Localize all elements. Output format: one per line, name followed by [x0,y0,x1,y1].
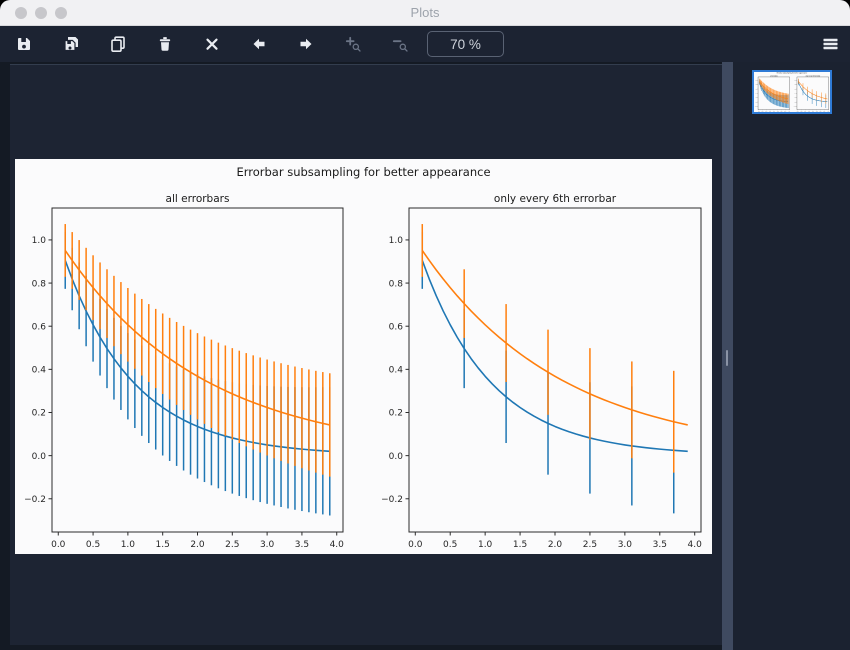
zoom-in-icon [345,36,361,52]
svg-text:0.5: 0.5 [86,540,100,550]
svg-text:0.2: 0.2 [389,409,403,419]
next-plot-button[interactable] [290,30,322,58]
arrow-left-icon [253,38,265,50]
svg-text:−0.2: −0.2 [794,106,797,108]
svg-text:0.5: 0.5 [443,540,457,550]
svg-text:3.5: 3.5 [653,540,667,550]
close-all-plots-button[interactable] [196,30,228,58]
thumbnails-sidebar: Errorbar subsampling for better appearan… [733,62,850,650]
svg-text:0.4: 0.4 [32,366,47,376]
svg-text:1.0: 1.0 [389,236,404,246]
zoom-out-button[interactable] [384,30,416,58]
zoom-level-value: 70 % [450,36,481,52]
save-icon [18,38,30,50]
svg-text:0.8: 0.8 [389,279,404,289]
svg-text:4.0: 4.0 [330,540,345,550]
svg-text:2.5: 2.5 [816,110,818,112]
svg-text:0.8: 0.8 [756,84,758,86]
svg-text:0.0: 0.0 [756,101,758,103]
window-title: Plots [410,5,440,20]
svg-text:1.0: 1.0 [32,236,47,246]
zoom-level-box[interactable]: 70 % [427,31,504,57]
zoom-out-icon [392,40,408,52]
svg-text:0.6: 0.6 [32,322,47,332]
remove-plot-button[interactable] [149,30,181,58]
save-plot-button[interactable] [8,30,40,58]
previous-plot-button[interactable] [243,30,275,58]
subplot-0: all errorbars 0.0 0.5 1.0 1.5 2.0 2.5 3.0 3.5 4.0… [24,193,344,550]
svg-text:1.5: 1.5 [156,540,170,550]
svg-text:3.5: 3.5 [295,540,309,550]
svg-text:2.0: 2.0 [773,110,775,112]
copy-icon [111,36,125,52]
svg-text:3.0: 3.0 [781,110,783,112]
svg-text:only every 6th errorbar: only every 6th errorbar [494,193,617,205]
plot-viewer-panel: Errorbar subsampling for better appearan… [10,64,722,645]
save-all-icon [64,37,78,52]
svg-text:0.6: 0.6 [756,88,758,90]
content-area: Errorbar subsampling for better appearan… [0,62,850,650]
svg-text:2.0: 2.0 [812,110,814,112]
svg-text:2.5: 2.5 [777,110,779,112]
svg-text:2.0: 2.0 [190,540,205,550]
arrow-right-icon [300,38,312,50]
svg-text:0.8: 0.8 [32,279,47,289]
svg-text:1.5: 1.5 [513,540,527,550]
svg-text:2.5: 2.5 [583,540,597,550]
svg-text:0.0: 0.0 [32,452,47,462]
options-menu-button[interactable] [814,30,846,58]
svg-text:−0.2: −0.2 [381,495,403,505]
svg-text:all errorbars: all errorbars [166,193,230,205]
svg-text:3.0: 3.0 [618,540,633,550]
subplot-0: all errorbars0.0 0.5 1.0 1.5 2.0 2.5 3.0 3.5 4.0… [755,74,790,112]
save-all-plots-button[interactable] [55,30,87,58]
svg-text:2.0: 2.0 [548,540,563,550]
svg-text:3.5: 3.5 [823,110,825,112]
svg-text:0.0: 0.0 [389,452,404,462]
matplotlib-figure: Errorbar subsampling for better appearan… [15,159,712,554]
close-all-icon [206,38,218,50]
svg-text:0.0: 0.0 [51,540,66,550]
subplot-1: only every 6th errorbar0.0 0.5 1.0 1.5 2.0 2.… [794,74,830,112]
plots-window: Plots 70 % Errorbar subsampling for bett… [0,0,850,650]
plot-thumbnail-selected[interactable]: Errorbar subsampling for better appearan… [752,70,832,114]
splitter-handle-icon [726,350,728,366]
svg-text:4.0: 4.0 [788,110,790,112]
svg-text:2.5: 2.5 [225,540,239,550]
svg-text:1.0: 1.0 [756,80,758,82]
copy-plot-button[interactable] [102,30,134,58]
zoom-in-button[interactable] [337,30,369,58]
trash-icon [159,37,171,51]
svg-text:0.4: 0.4 [389,366,404,376]
svg-text:−0.2: −0.2 [24,495,46,505]
thumbnail-figure-svg: Errorbar subsampling for better appearan… [754,72,830,112]
hamburger-menu-icon [823,38,837,50]
svg-text:0.2: 0.2 [756,97,758,99]
svg-text:−0.2: −0.2 [755,106,758,108]
svg-text:3.0: 3.0 [260,540,275,550]
plot-thumbnail-image: Errorbar subsampling for better appearan… [754,72,830,112]
svg-text:4.0: 4.0 [827,110,829,112]
svg-text:0.5: 0.5 [801,110,803,112]
svg-text:1.0: 1.0 [478,540,493,550]
titlebar[interactable]: Plots [0,0,850,26]
svg-text:1.0: 1.0 [121,540,136,550]
svg-text:4.0: 4.0 [688,540,703,550]
svg-text:0.0: 0.0 [797,110,799,112]
svg-text:0.6: 0.6 [389,322,404,332]
figure-svg: Errorbar subsampling for better appearan… [15,159,712,554]
svg-text:0.4: 0.4 [756,93,758,95]
toolbar: 70 % [0,26,850,62]
svg-text:0.0: 0.0 [408,540,423,550]
svg-text:Errorbar subsampling for bette: Errorbar subsampling for better appearan… [236,165,490,179]
svg-text:3.5: 3.5 [784,110,786,112]
svg-text:0.2: 0.2 [32,409,46,419]
panel-splitter[interactable] [722,62,733,650]
svg-text:1.5: 1.5 [808,110,810,112]
subplot-1: only every 6th errorbar 0.0 0.5 1.0 1.5 2.0 2.… [381,193,702,550]
